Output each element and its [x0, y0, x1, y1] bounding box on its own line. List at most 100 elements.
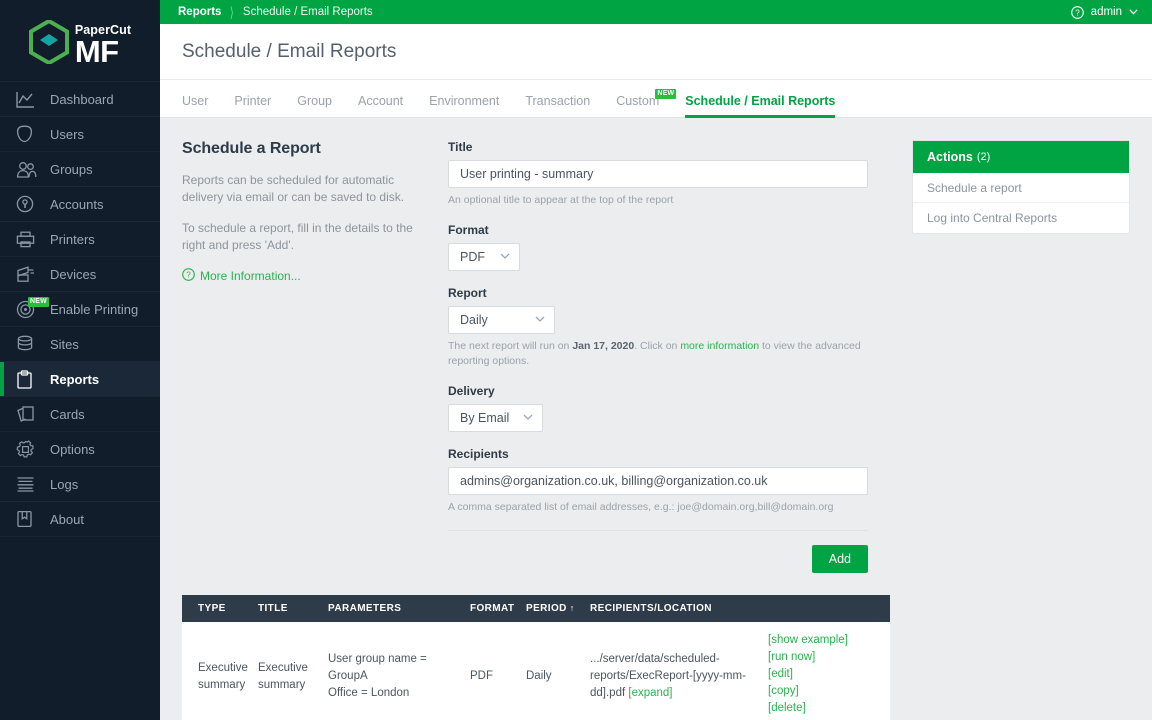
sidebar-item-users[interactable]: Users: [0, 116, 160, 152]
tab-schedule-email-reports[interactable]: Schedule / Email Reports: [685, 94, 836, 118]
svg-text:?: ?: [186, 270, 191, 279]
delivery-select[interactable]: By Email: [448, 404, 543, 432]
format-value: PDF: [460, 250, 485, 264]
more-information-link[interactable]: ? More Information...: [182, 268, 434, 284]
field-report: Report Daily The next report will run on…: [448, 286, 868, 369]
main-region: Reports ⟩ Schedule / Email Reports ? adm…: [160, 0, 1152, 720]
add-button[interactable]: Add: [811, 545, 868, 573]
sidebar-item-groups[interactable]: Groups: [0, 151, 160, 187]
action-label: Log into Central Reports: [927, 211, 1058, 225]
top-bar-right: ? admin: [1070, 5, 1138, 19]
format-select[interactable]: PDF: [448, 243, 520, 271]
title-hint: An optional title to appear at the top o…: [448, 194, 674, 206]
tab-environment[interactable]: Environment: [429, 94, 499, 117]
breadcrumb-separator-icon: ⟩: [230, 3, 235, 20]
papercut-hex-logo-icon: [28, 18, 69, 66]
tab-group[interactable]: Group: [297, 94, 332, 117]
row-action-show-example[interactable]: [show example]: [768, 632, 884, 649]
sidebar-item-enable-printing[interactable]: NEW Enable Printing: [0, 291, 160, 327]
sidebar-item-options[interactable]: Options: [0, 431, 160, 467]
actions-panel-header: Actions (2): [913, 141, 1129, 173]
database-icon: [16, 333, 42, 355]
column-type[interactable]: TYPE: [182, 595, 258, 622]
sidebar-item-cards[interactable]: Cards: [0, 396, 160, 432]
column-parameters[interactable]: PARAMETERS: [328, 595, 470, 622]
tab-label: User: [182, 94, 209, 108]
column-period[interactable]: PERIOD ↑: [526, 595, 590, 622]
tab-transaction[interactable]: Transaction: [525, 94, 590, 117]
users-icon: [16, 158, 42, 180]
logo-mf-text: MF: [74, 34, 119, 69]
title-input[interactable]: [448, 160, 868, 188]
top-bar: Reports ⟩ Schedule / Email Reports ? adm…: [160, 0, 1152, 24]
chart-line-icon: [16, 88, 42, 110]
report-hint: The next report will run on Jan 17, 2020…: [448, 339, 868, 369]
logo[interactable]: PaperCut MF: [0, 0, 160, 80]
sidebar-label: Options: [50, 441, 95, 457]
gear-icon: [16, 438, 42, 460]
sidebar-item-dashboard[interactable]: Dashboard: [0, 81, 160, 117]
tab-user[interactable]: User: [182, 94, 208, 117]
columns: Schedule a Report Reports can be schedul…: [160, 140, 1152, 573]
row-action-delete[interactable]: [delete]: [768, 700, 884, 717]
recipients-input[interactable]: [448, 467, 868, 495]
title-label: Title: [448, 140, 473, 154]
sidebar-item-accounts[interactable]: Accounts: [0, 186, 160, 222]
sort-ascending-icon: ↑: [569, 603, 575, 613]
sidebar-label: Devices: [50, 266, 97, 282]
actions-panel: Actions (2) Schedule a report Log into C…: [912, 140, 1130, 234]
tab-printer[interactable]: Printer: [234, 94, 271, 117]
sidebar-item-printers[interactable]: Printers: [0, 221, 160, 257]
table-row: Executive summary Executive summary User…: [182, 622, 890, 720]
info-paragraph-1: Reports can be scheduled for automatic d…: [182, 173, 405, 204]
page-header: Schedule / Email Reports: [160, 24, 1152, 80]
book-icon: [16, 508, 42, 530]
cell-row-actions: [show example] [run now] [edit] [copy] […: [768, 622, 890, 720]
actions-title: Actions: [927, 150, 973, 164]
tab-custom[interactable]: Custom NEW: [616, 89, 677, 117]
report-tabs: User Printer Group Account Environment T…: [160, 80, 1152, 118]
more-information-inline-link[interactable]: more information: [680, 340, 759, 352]
sidebar-item-logs[interactable]: Logs: [0, 466, 160, 502]
sidebar-item-devices[interactable]: Devices: [0, 256, 160, 292]
sidebar-label: Accounts: [50, 196, 104, 212]
sidebar-label: Dashboard: [50, 91, 114, 107]
new-badge: NEW: [655, 89, 677, 99]
sidebar-label: Cards: [50, 406, 85, 422]
chevron-down-icon: [500, 252, 510, 262]
field-recipients: Recipients A comma separated list of ema…: [448, 447, 868, 515]
row-action-edit[interactable]: [edit]: [768, 666, 884, 683]
report-hint-mid: . Click on: [634, 340, 681, 352]
expand-link[interactable]: [expand]: [628, 687, 672, 699]
question-circle-icon[interactable]: ?: [1070, 5, 1084, 19]
report-select[interactable]: Daily: [448, 306, 555, 334]
action-log-into-central-reports[interactable]: Log into Central Reports: [913, 203, 1129, 233]
recipients-hint: A comma separated list of email addresse…: [448, 501, 834, 513]
sidebar-item-about[interactable]: About: [0, 501, 160, 537]
cell-title: Executive summary: [258, 661, 308, 691]
info-column: Schedule a Report Reports can be schedul…: [182, 140, 448, 573]
cell-format: PDF: [470, 670, 493, 682]
cell-location: .../server/data/scheduled-reports/ExecRe…: [590, 622, 768, 720]
sidebar-nav: Dashboard Users Groups Accounts Printers…: [0, 81, 160, 537]
delivery-label: Delivery: [448, 384, 495, 398]
row-action-copy[interactable]: [copy]: [768, 683, 884, 700]
column-format[interactable]: FORMAT: [470, 595, 526, 622]
actions-column: Actions (2) Schedule a report Log into C…: [912, 140, 1130, 573]
field-title: Title An optional title to appear at the…: [448, 140, 868, 208]
cell-period: Daily: [526, 670, 552, 682]
action-schedule-a-report[interactable]: Schedule a report: [913, 173, 1129, 203]
tab-label: Printer: [234, 94, 272, 108]
column-row-actions: [768, 595, 890, 622]
page-title: Schedule / Email Reports: [182, 40, 397, 62]
sidebar-item-sites[interactable]: Sites: [0, 326, 160, 362]
tab-label: Transaction: [525, 94, 591, 108]
tab-account[interactable]: Account: [358, 94, 403, 117]
column-title[interactable]: TITLE: [258, 595, 328, 622]
sidebar-item-reports[interactable]: Reports: [0, 361, 160, 397]
row-action-run-now[interactable]: [run now]: [768, 649, 884, 666]
column-recipients-location[interactable]: RECIPIENTS/LOCATION: [590, 595, 768, 622]
breadcrumb-reports[interactable]: Reports: [178, 6, 221, 18]
chevron-down-icon[interactable]: [1129, 7, 1138, 17]
user-menu-label[interactable]: admin: [1091, 6, 1122, 18]
